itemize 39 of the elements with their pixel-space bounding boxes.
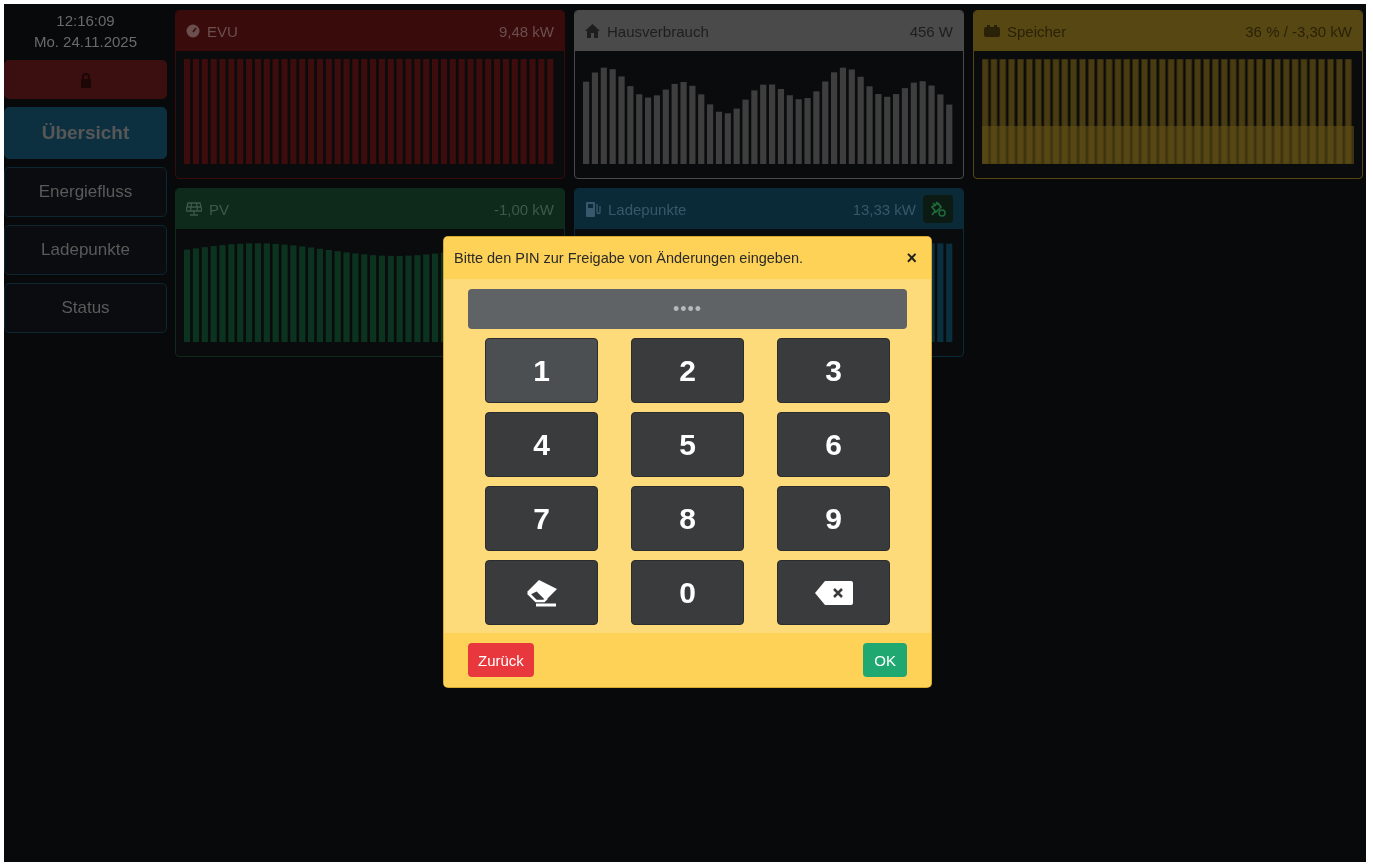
gauge-icon bbox=[186, 24, 200, 38]
sparkline-bar bbox=[804, 98, 811, 164]
keypad-key[interactable]: 0 bbox=[631, 560, 744, 625]
keypad-key[interactable]: 6 bbox=[777, 412, 890, 477]
sparkline-bar bbox=[795, 99, 802, 164]
dialog-title: Bitte den PIN zur Freigabe von Änderungen eingeben. bbox=[454, 250, 804, 266]
keypad-key[interactable]: 7 bbox=[485, 486, 598, 551]
card-value: 9,48 kW bbox=[498, 22, 554, 40]
sparkline-bar bbox=[698, 94, 705, 164]
sparkline-bar bbox=[875, 94, 882, 164]
plug-button[interactable] bbox=[923, 195, 953, 223]
sparkline-bar bbox=[733, 108, 740, 164]
keypad-key[interactable] bbox=[777, 560, 890, 625]
solar-panel-icon bbox=[186, 202, 202, 216]
back-button[interactable]: Zurück bbox=[468, 643, 534, 677]
sparkline-bar bbox=[636, 94, 643, 164]
keypad-key[interactable] bbox=[485, 560, 598, 625]
sparkline-bar bbox=[937, 94, 944, 164]
keypad-key[interactable]: 2 bbox=[631, 338, 744, 403]
keypad-key[interactable]: 1 bbox=[485, 338, 598, 403]
keypad-key[interactable]: 8 bbox=[631, 486, 744, 551]
backspace-icon bbox=[814, 580, 853, 605]
sparkline-bar bbox=[742, 99, 749, 164]
close-button[interactable]: × bbox=[902, 247, 921, 269]
sparkline-bar bbox=[946, 104, 953, 164]
battery-icon bbox=[984, 25, 1000, 37]
charging-station-icon bbox=[585, 201, 601, 217]
card-title: EVU bbox=[207, 22, 238, 40]
house-icon bbox=[585, 24, 600, 38]
eraser-icon bbox=[524, 577, 559, 608]
clock-date: Mo. 24.11.2025 bbox=[33, 32, 138, 52]
clock-time: 12:16:09 bbox=[56, 11, 115, 31]
plug-icon bbox=[930, 201, 946, 217]
keypad-key[interactable]: 3 bbox=[777, 338, 890, 403]
sparkline-bar bbox=[884, 96, 891, 164]
keypad-key[interactable]: 5 bbox=[631, 412, 744, 477]
lock-icon bbox=[78, 71, 93, 88]
keypad-key[interactable]: 4 bbox=[485, 412, 598, 477]
keypad-key[interactable]: 9 bbox=[777, 486, 890, 551]
